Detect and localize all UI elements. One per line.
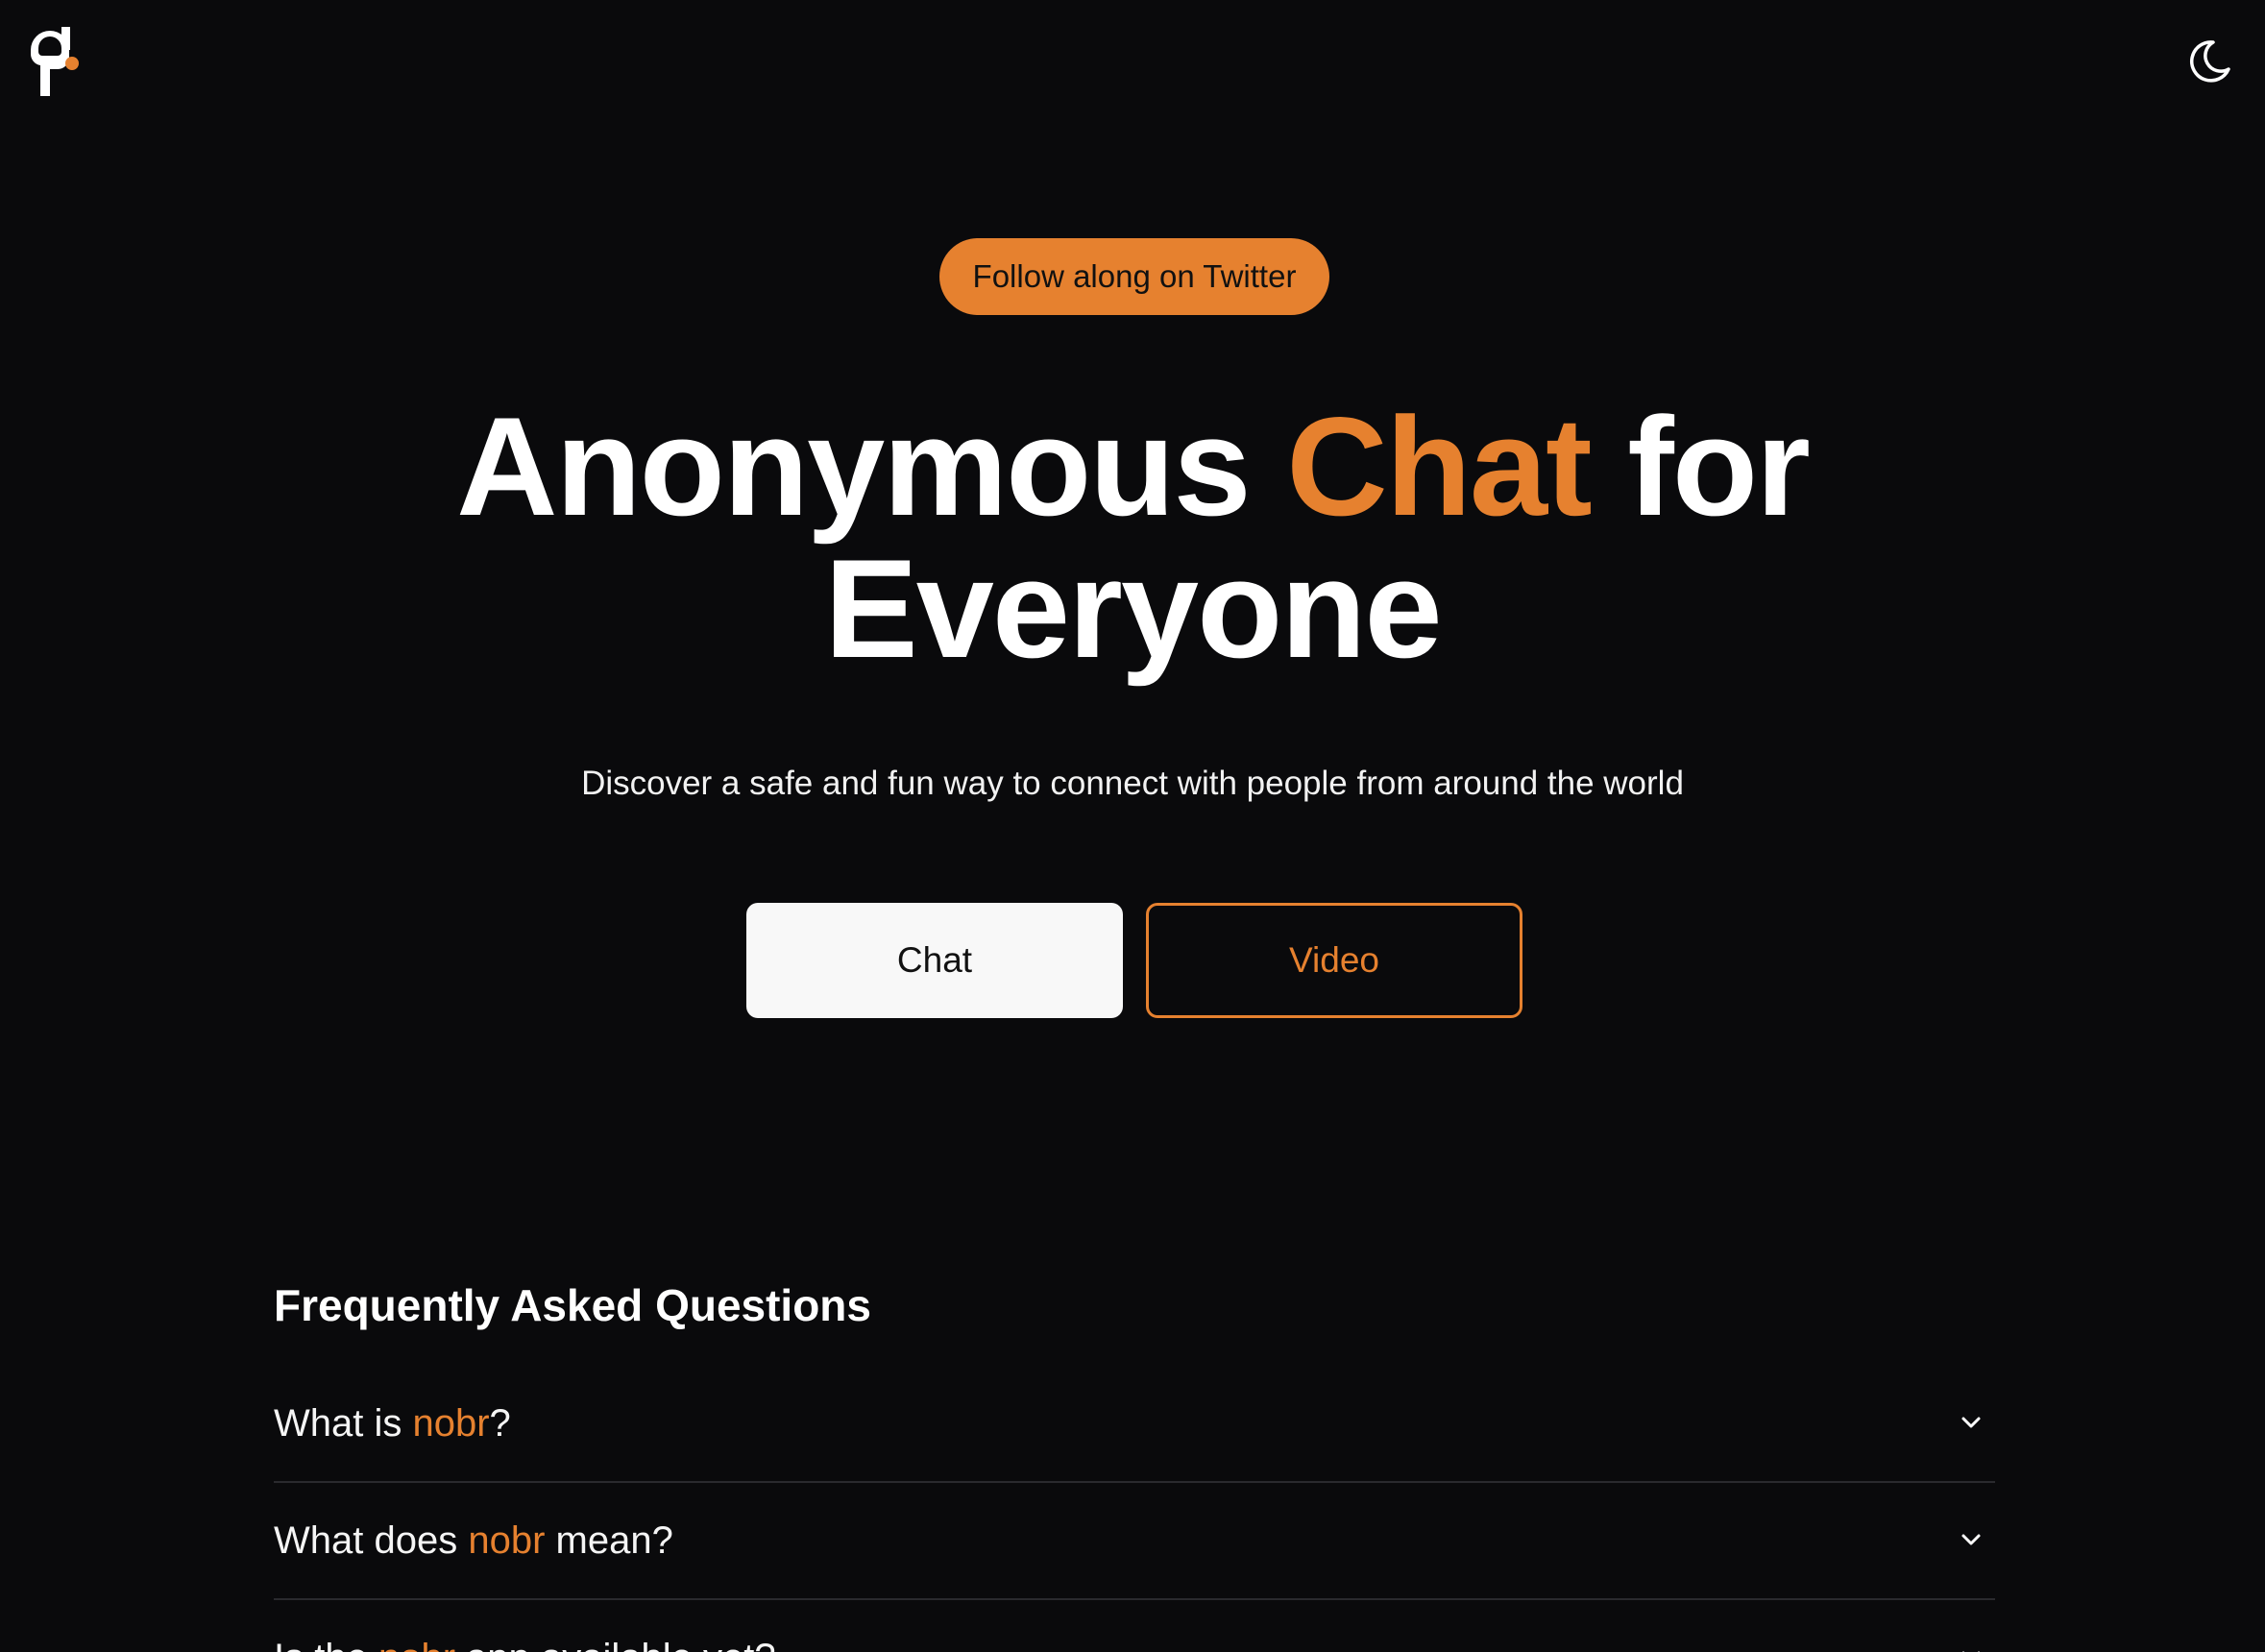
follow-twitter-label: Follow along on Twitter xyxy=(972,258,1297,294)
faq-question: What is nobr? xyxy=(274,1402,511,1446)
hero-title-accent: Chat xyxy=(1286,388,1592,545)
moon-icon[interactable] xyxy=(2184,36,2234,86)
hero-title-part1: Anonymous xyxy=(456,388,1287,545)
faq-item[interactable]: What does nobr mean? xyxy=(274,1483,1995,1600)
faq-question: What does nobr mean? xyxy=(274,1519,673,1563)
nobr-logo-icon[interactable] xyxy=(27,27,83,96)
faq-item[interactable]: Is the nobr app available yet? xyxy=(274,1600,1995,1652)
faq-question-text: mean? xyxy=(545,1519,673,1562)
faq-question-accent: nobr xyxy=(412,1402,490,1445)
hero-title: Anonymous Chat for Everyone xyxy=(0,396,2265,680)
faq-question-text: ? xyxy=(489,1402,511,1445)
faq-title: Frequently Asked Questions xyxy=(274,1280,871,1330)
hero-title-line2: Everyone xyxy=(824,530,1442,687)
chevron-down-icon[interactable] xyxy=(1959,1410,1984,1435)
faq-question-accent: nobr xyxy=(378,1637,455,1652)
chevron-down-icon[interactable] xyxy=(1959,1527,1984,1552)
faq-question: Is the nobr app available yet? xyxy=(274,1637,776,1652)
faq-question-text: What does xyxy=(274,1519,469,1562)
chevron-down-icon[interactable] xyxy=(1959,1644,1984,1652)
hero-subtitle: Discover a safe and fun way to connect w… xyxy=(581,765,1684,802)
page: Follow along on Twitter Anonymous Chat f… xyxy=(0,0,2265,1652)
faq-question-accent: nobr xyxy=(468,1519,546,1562)
faq-question-text: What is xyxy=(274,1402,413,1445)
video-button-label: Video xyxy=(1289,940,1379,980)
faq-item[interactable]: What is nobr? xyxy=(274,1366,1995,1483)
hero-title-part2: for xyxy=(1590,388,1811,545)
chat-button[interactable]: Chat xyxy=(746,903,1123,1018)
chat-button-label: Chat xyxy=(896,940,973,980)
follow-twitter-button[interactable]: Follow along on Twitter xyxy=(939,238,1329,315)
faq-question-text: Is the xyxy=(274,1637,378,1652)
video-button[interactable]: Video xyxy=(1146,903,1522,1018)
faq-question-text: app available yet? xyxy=(455,1637,775,1652)
